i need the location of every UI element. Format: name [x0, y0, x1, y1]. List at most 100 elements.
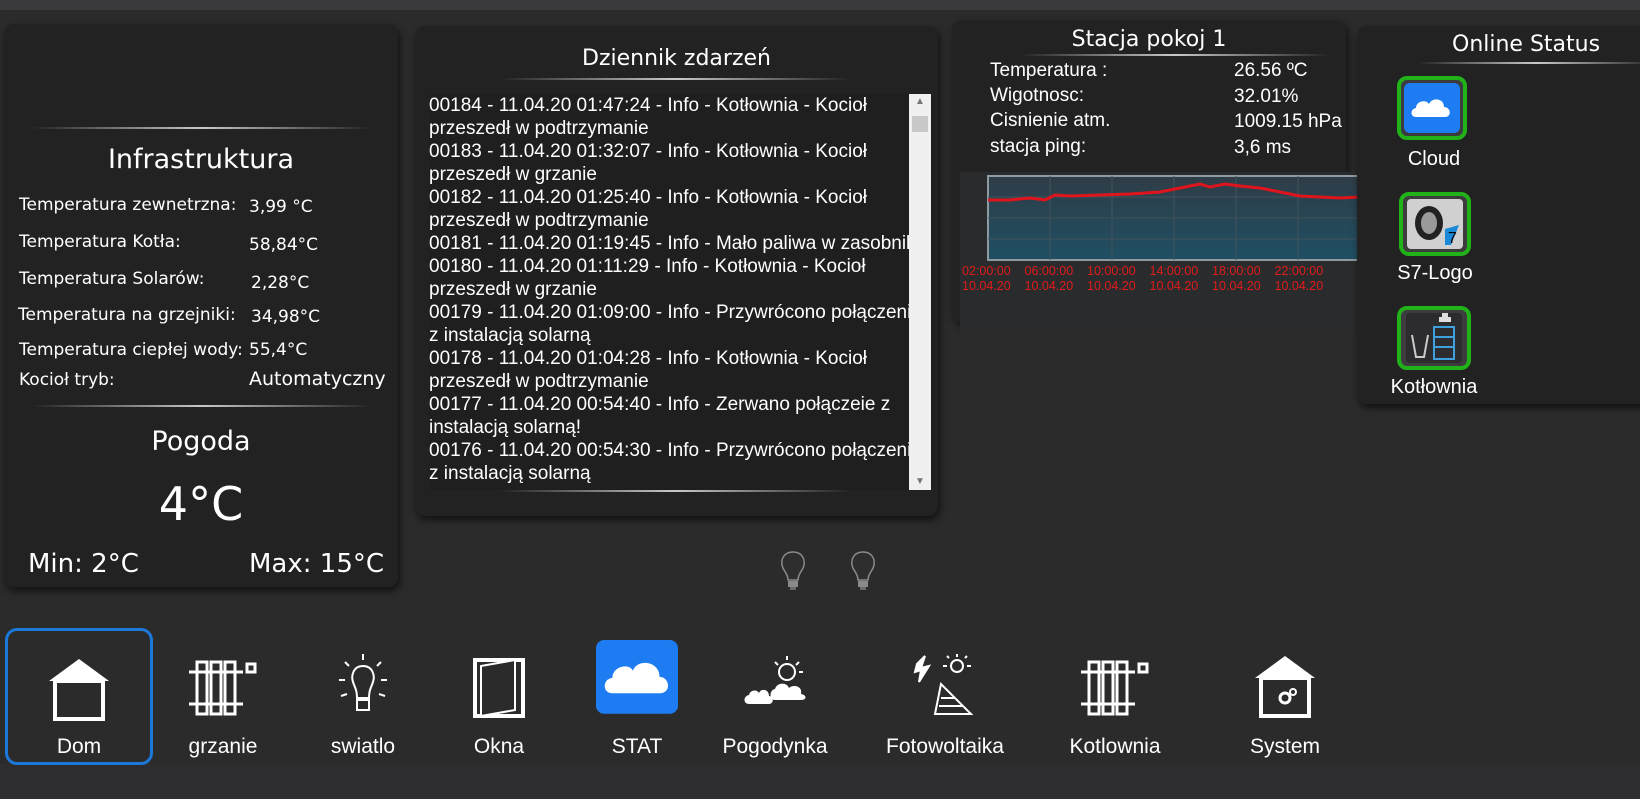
row-label: Temperatura na grzejniki: — [18, 305, 236, 325]
nav-stat[interactable]: STAT — [572, 628, 702, 764]
cloud-icon — [596, 640, 678, 714]
event-log-scrollbar[interactable]: ▲ ▼ — [909, 94, 931, 490]
room-station-panel: Stacja pokoj 1 Temperatura : 26.56 ºC Wi… — [952, 20, 1360, 332]
log-entry: 00183 - 11.04.20 01:32:07 - Info - Kotło… — [429, 141, 867, 185]
row-label: Temperatura ciepłej wody: — [19, 340, 243, 360]
nav-label: Kotlownia — [1069, 735, 1161, 758]
weather-title: Pogoda — [151, 426, 251, 457]
nav-label: System — [1249, 735, 1320, 758]
log-entry: 00180 - 11.04.20 01:11:29 - Info - Kotło… — [429, 256, 866, 300]
log-entry: 00179 - 11.04.20 01:09:00 - Info - Przyw… — [429, 302, 922, 346]
s7-logo-status-icon[interactable]: 7 — [1399, 192, 1471, 256]
row-value: 2,28°C — [251, 273, 310, 293]
chart-tick-time: 06:00:00 — [1024, 264, 1074, 278]
row-label: Temperatura Solarów: — [19, 269, 205, 289]
s7-logo-icon: 7 — [1407, 199, 1463, 249]
row-value: Automatyczny — [249, 368, 386, 390]
station-label: Temperatura : — [990, 60, 1108, 81]
scroll-thumb[interactable] — [912, 116, 928, 132]
infrastructure-panel: Infrastruktura Temperatura zewnetrzna: 3… — [4, 24, 398, 587]
top-bar — [0, 0, 1640, 10]
radiator-icon — [1081, 660, 1149, 716]
bulb-icon[interactable] — [778, 550, 808, 592]
event-log-list[interactable]: 00184 - 11.04.20 01:47:24 - Info - Kotło… — [429, 94, 933, 490]
nav-system[interactable]: System — [1210, 628, 1360, 764]
nav-baseline — [0, 764, 1640, 799]
infrastructure-title: Infrastruktura — [107, 144, 295, 175]
log-entry: 00181 - 11.04.20 01:19:45 - Info - Mało … — [429, 233, 927, 254]
nav-label: Pogodynka — [722, 735, 828, 758]
radiator-icon — [189, 660, 257, 716]
solar-panel-icon — [913, 654, 974, 715]
weather-max: Max: 15°C — [249, 549, 385, 579]
log-entry: 00176 - 11.04.20 00:54:30 - Info - Przyw… — [429, 440, 922, 484]
station-value: 32.01% — [1234, 86, 1299, 107]
row-value: 3,99 °C — [249, 197, 313, 217]
window-icon — [473, 658, 525, 718]
bulb-icon — [339, 654, 387, 711]
log-entry: 00182 - 11.04.20 01:25:40 - Info - Kotło… — [429, 187, 867, 231]
event-log-title: Dziennik zdarzeń — [582, 46, 771, 71]
chart-tick-date: 10.04.20 — [1274, 279, 1324, 293]
weather-temperature: 4°C — [158, 477, 244, 531]
station-value: 3,6 ms — [1234, 137, 1292, 158]
cloud-status-icon[interactable] — [1397, 76, 1467, 140]
separator — [500, 490, 850, 492]
chart-tick-time: 22:00:00 — [1274, 264, 1324, 278]
svg-text:7: 7 — [1448, 230, 1457, 247]
scroll-down-icon[interactable]: ▼ — [909, 474, 931, 490]
row-label: Temperatura zewnetrzna: — [19, 195, 237, 215]
nav-label: Dom — [56, 735, 102, 758]
scroll-up-icon[interactable]: ▲ — [909, 94, 931, 110]
row-value: 58,84°C — [249, 235, 319, 255]
nav-okna[interactable]: Okna — [434, 628, 564, 764]
nav-label: Fotowoltaika — [886, 735, 1004, 758]
chart-tick-time: 02:00:00 — [962, 264, 1011, 278]
station-value: 1009.15 hPa — [1234, 111, 1342, 132]
nav-kotlownia[interactable]: Kotlownia — [1040, 628, 1190, 764]
weather-min: Min: 2°C — [28, 549, 139, 579]
separator — [1020, 54, 1330, 56]
station-value: 26.56 ºC — [1234, 60, 1308, 81]
event-log-panel: Dziennik zdarzeń 00184 - 11.04.20 01:47:… — [415, 26, 938, 516]
chart-tick-date: 10.04.20 — [962, 279, 1011, 293]
station-chart-svg — [987, 175, 1360, 261]
nav-dom[interactable]: Dom — [5, 628, 153, 765]
bulb-icon[interactable] — [848, 550, 878, 592]
chart-tick-time: 14:00:00 — [1149, 264, 1199, 278]
room-station-title: Stacja pokoj 1 — [1071, 27, 1227, 52]
weather-icon — [744, 656, 806, 704]
chart-tick-date: 10.04.20 — [1087, 279, 1136, 293]
nav-grzanie[interactable]: grzanie — [158, 628, 288, 764]
online-item-label: S7-Logo — [1397, 262, 1473, 284]
row-label: Kocioł tryb: — [19, 370, 115, 390]
cloud-icon — [1404, 83, 1460, 133]
separator — [32, 127, 372, 129]
separator — [32, 405, 372, 407]
row-value: 34,98°C — [251, 307, 321, 327]
chart-tick-date: 10.04.20 — [1212, 279, 1261, 293]
boiler-room-status-icon[interactable] — [1397, 306, 1471, 370]
nav-label: STAT — [611, 735, 663, 758]
online-item-label: Cloud — [1407, 148, 1461, 170]
chart-tick-date: 10.04.20 — [1149, 279, 1199, 293]
chart-tick-date: 10.04.20 — [1024, 279, 1074, 293]
nav-label: grzanie — [188, 735, 258, 758]
chart-tick-time: 10:00:00 — [1087, 264, 1136, 278]
nav-pogodynka[interactable]: Pogodynka — [710, 628, 840, 764]
separator — [500, 78, 850, 80]
separator — [1417, 62, 1640, 64]
log-entry: 00184 - 11.04.20 01:47:24 - Info - Kotło… — [429, 95, 867, 139]
chart-tick-time: 18:00:00 — [1212, 264, 1261, 278]
nav-swiatlo[interactable]: swiatlo — [298, 628, 428, 764]
nav-fotowoltaika[interactable]: Fotowoltaika — [860, 628, 1030, 764]
online-item-label: Kotłownia — [1390, 376, 1478, 398]
online-status-title: Online Status — [1452, 32, 1601, 57]
station-chart: 02:00:00 10.04.20 06:00:00 10.04.20 10:00:00… — [960, 172, 1360, 332]
house-gear-icon — [1255, 656, 1315, 718]
station-label: stacja ping: — [990, 136, 1087, 157]
log-entry: 00178 - 11.04.20 01:04:28 - Info - Kotło… — [429, 348, 867, 392]
nav-label: swiatlo — [330, 735, 396, 758]
station-label: Cisnienie atm. — [990, 110, 1111, 131]
online-status-panel: Online Status Cloud 7 S7-Logo Kotłownia — [1357, 26, 1640, 404]
